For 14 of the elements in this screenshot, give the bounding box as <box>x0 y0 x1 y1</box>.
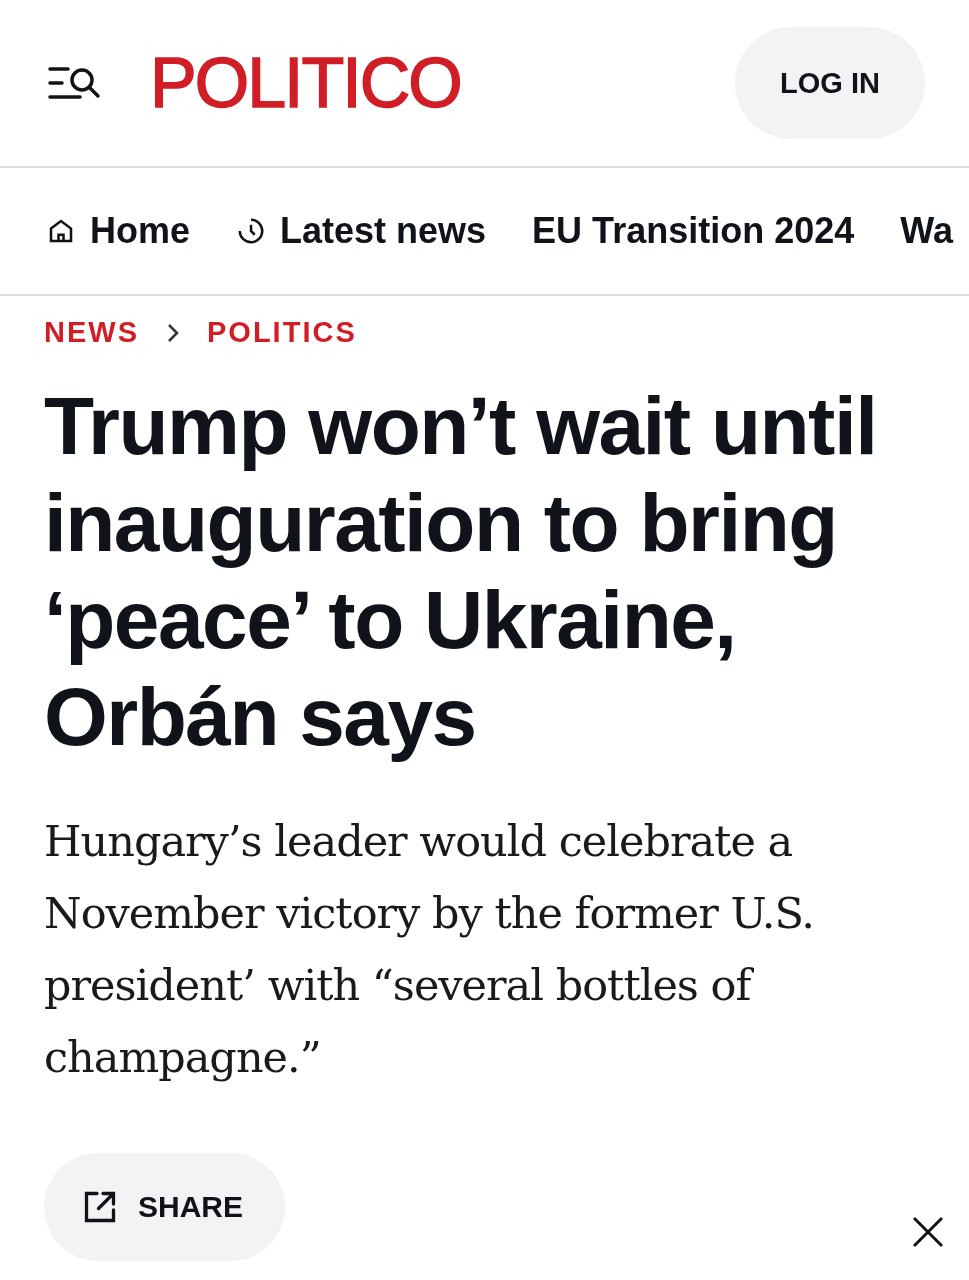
breadcrumb-link[interactable]: NEWS <box>44 316 139 349</box>
chevron-icon <box>165 321 181 344</box>
headline: Trump won’t wait until inauguration to bring ‘peace’ to Ukraine, Orbán says <box>44 379 878 764</box>
breadcrumb-link[interactable]: POLITICS <box>207 316 357 349</box>
nav-link[interactable]: Home <box>46 210 191 252</box>
nav-link[interactable]: Wa <box>900 210 953 252</box>
close-icon[interactable] <box>911 1215 945 1249</box>
nav-link[interactable]: Latest news <box>236 210 487 252</box>
share-button[interactable]: SHARE <box>44 1153 285 1261</box>
nav-link[interactable]: EU Transition 2024 <box>532 210 855 252</box>
logo[interactable]: POLITICO <box>150 43 735 123</box>
login-button[interactable]: LOG IN <box>735 27 925 139</box>
share-icon <box>82 1189 118 1225</box>
article-summary: Hungary’s leader would celebrate a November victory by the former U.S. president’ with “several bottles of champagne.” <box>44 815 815 1084</box>
